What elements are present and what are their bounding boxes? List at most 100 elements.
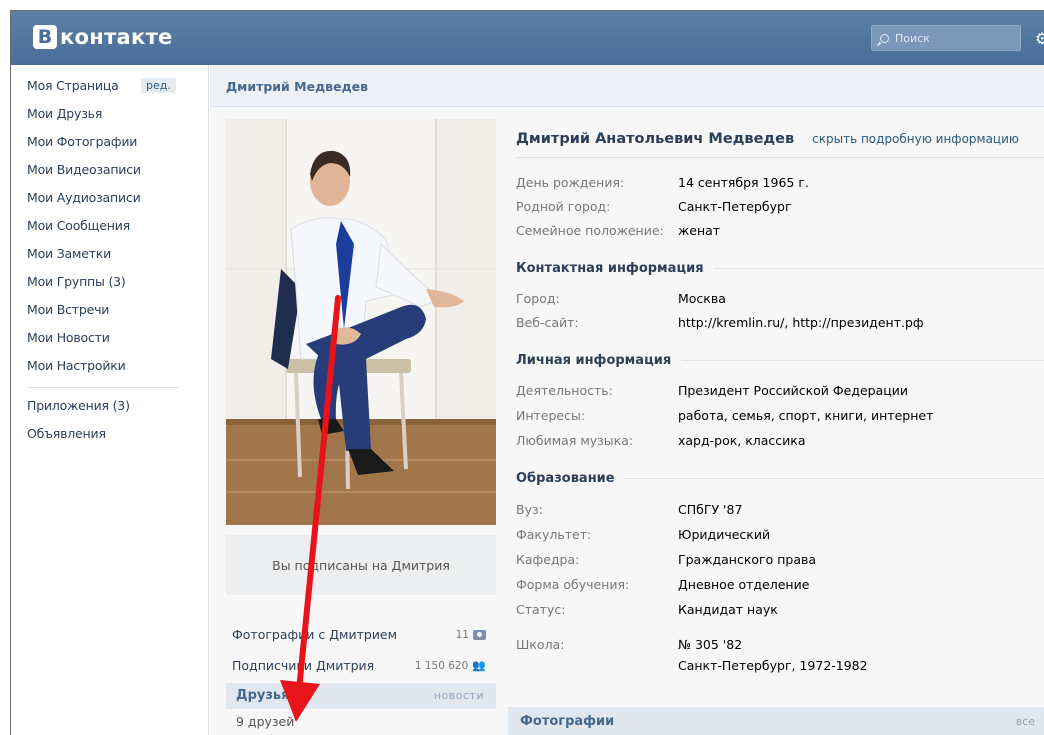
section-rule	[624, 478, 1044, 479]
info-row-study-form: Форма обучения: Дневное отделение	[516, 577, 809, 592]
logo-text: контакте	[60, 25, 173, 49]
search-placeholder: Поиск	[895, 31, 930, 45]
info-row-chair: Кафедра: Гражданского права	[516, 552, 816, 567]
info-value[interactable]: Гражданского права	[678, 552, 816, 567]
stat-value: 1 150 620	[414, 659, 469, 672]
info-label: Родной город:	[516, 199, 611, 214]
info-value[interactable]: работа, семья, спорт, книги, интернет	[678, 408, 933, 423]
sidebar-item-ads[interactable]: Объявления	[27, 426, 106, 441]
friends-header: Друзья новости	[226, 683, 496, 709]
sidebar-item-news[interactable]: Мои Новости	[27, 330, 110, 345]
section-title-text: Контактная информация	[516, 261, 704, 276]
info-label: Семейное положение:	[516, 223, 664, 238]
info-value[interactable]: 14 сентября 1965 г.	[678, 175, 809, 190]
info-label: Любимая музыка:	[516, 433, 634, 448]
stat-label: Фотографии с Дмитрием	[232, 627, 398, 642]
logo-letter: В	[33, 25, 57, 49]
section-personal-title: Личная информация	[516, 353, 1044, 368]
camera-icon	[473, 629, 486, 640]
info-label: Деятельность:	[516, 383, 613, 398]
profile-photo[interactable]	[226, 119, 496, 525]
vk-logo[interactable]: В контакте	[33, 25, 173, 49]
profile-info: Дмитрий Анатольевич Медведев скрыть подр…	[516, 119, 1044, 709]
info-row-school: Школа: № 305 '82 Санкт-Петербург, 1972-1…	[516, 637, 868, 673]
page-title: Дмитрий Медведев	[226, 79, 369, 94]
subscription-status[interactable]: Вы подписаны на Дмитрия	[226, 535, 496, 595]
info-row-interests: Интересы: работа, семья, спорт, книги, и…	[516, 408, 933, 423]
profile-name-row: Дмитрий Анатольевич Медведев скрыть подр…	[516, 131, 1019, 147]
info-value[interactable]: Санкт-Петербург, 1972-1982	[678, 658, 868, 673]
info-value[interactable]: Президент Российской Федерации	[678, 383, 908, 398]
info-row-city: Город: Москва	[516, 291, 726, 306]
info-row-hometown: Родной город: Санкт-Петербург	[516, 199, 792, 214]
stat-label: Подписчики Дмитрия	[232, 658, 375, 673]
sidebar-item-my-page[interactable]: Моя Страница	[27, 78, 119, 93]
sidebar-item-friends[interactable]: Мои Друзья	[27, 106, 102, 121]
section-title-text: Личная информация	[516, 353, 672, 368]
photos-with-stat[interactable]: Фотографии с Дмитрием 11	[232, 627, 486, 642]
followers-stat[interactable]: Подписчики Дмитрия 1 150 620 👥	[232, 658, 486, 673]
breadcrumb-bar: Дмитрий Медведев	[210, 65, 1044, 107]
search-icon	[880, 33, 889, 43]
section-education-title: Образование	[516, 471, 1044, 486]
info-value[interactable]: Кандидат наук	[678, 602, 778, 617]
sidebar-item-apps[interactable]: Приложения (3)	[27, 398, 130, 413]
photos-section-title[interactable]: Фотографии	[520, 714, 614, 729]
photos-all-link[interactable]: все	[1016, 715, 1035, 728]
friends-news-link[interactable]: новости	[434, 689, 484, 702]
info-value[interactable]: Санкт-Петербург	[678, 199, 792, 214]
info-label: День рождения:	[516, 175, 625, 190]
info-label: Город:	[516, 291, 560, 306]
profile-content: Вы подписаны на Дмитрия Фотографии с Дми…	[210, 107, 1044, 735]
sidebar-item-audio[interactable]: Мои Аудиозаписи	[27, 190, 141, 205]
section-contact-title: Контактная информация	[516, 261, 1044, 276]
sidebar-item-settings[interactable]: Мои Настройки	[27, 358, 126, 373]
info-row-activity: Деятельность: Президент Российской Федер…	[516, 383, 908, 398]
info-row-faculty: Факультет: Юридический	[516, 527, 770, 542]
people-icon: 👥	[472, 659, 486, 672]
info-row-family: Семейное положение: женат	[516, 223, 720, 238]
friends-title[interactable]: Друзья	[236, 688, 289, 703]
sidebar-item-groups[interactable]: Мои Группы (3)	[27, 274, 126, 289]
sidebar-item-messages[interactable]: Мои Сообщения	[27, 218, 130, 233]
left-sidebar: Моя Страница ред. Мои Друзья Мои Фотогра…	[11, 65, 209, 735]
edit-link[interactable]: ред.	[141, 78, 176, 93]
info-row-website: Веб-сайт: http://kremlin.ru/, http://пре…	[516, 315, 924, 330]
info-label: Интересы:	[516, 408, 586, 423]
info-value[interactable]: Юридический	[678, 527, 770, 542]
info-value[interactable]: СПбГУ '87	[678, 502, 742, 517]
section-rule	[713, 268, 1044, 269]
school-values: № 305 '82 Санкт-Петербург, 1972-1982	[678, 637, 868, 673]
info-label: Кафедра:	[516, 552, 580, 567]
sidebar-item-photos[interactable]: Мои Фотографии	[27, 134, 137, 149]
profile-full-name: Дмитрий Анатольевич Медведев	[516, 131, 795, 147]
sidebar-divider	[27, 387, 179, 388]
info-value[interactable]: № 305 '82	[678, 637, 868, 652]
divider	[516, 157, 1044, 158]
info-label: Вуз:	[516, 502, 543, 517]
section-title-text: Образование	[516, 471, 615, 486]
top-header: В контакте Поиск ⚙	[11, 11, 1044, 65]
sidebar-item-videos[interactable]: Мои Видеозаписи	[27, 162, 141, 177]
search-input[interactable]: Поиск	[871, 25, 1021, 51]
info-value[interactable]: женат	[678, 223, 720, 238]
info-label: Школа:	[516, 637, 565, 652]
info-row-status: Статус: Кандидат наук	[516, 602, 778, 617]
stat-value-wrap: 11	[456, 627, 486, 642]
info-row-music: Любимая музыка: хард-рок, классика	[516, 433, 806, 448]
sidebar-item-events[interactable]: Мои Встречи	[27, 302, 109, 317]
friends-count[interactable]: 9 друзей	[236, 714, 294, 729]
browser-frame: В контакте Поиск ⚙ Моя Страница ред. Мои…	[10, 10, 1044, 735]
sidebar-item-notes[interactable]: Мои Заметки	[27, 246, 111, 261]
info-value[interactable]: http://kremlin.ru/, http://президент.рф	[678, 315, 924, 330]
info-value[interactable]: хард-рок, классика	[678, 433, 806, 448]
info-label: Веб-сайт:	[516, 315, 579, 330]
info-value[interactable]: Москва	[678, 291, 726, 306]
gear-icon[interactable]: ⚙	[1035, 29, 1044, 48]
info-value[interactable]: Дневное отделение	[678, 577, 809, 592]
info-row-university: Вуз: СПбГУ '87	[516, 502, 742, 517]
subscription-text: Вы подписаны на Дмитрия	[272, 557, 450, 573]
hide-details-link[interactable]: скрыть подробную информацию	[812, 132, 1019, 146]
info-label: Факультет:	[516, 527, 592, 542]
profile-photo-image	[226, 119, 496, 525]
